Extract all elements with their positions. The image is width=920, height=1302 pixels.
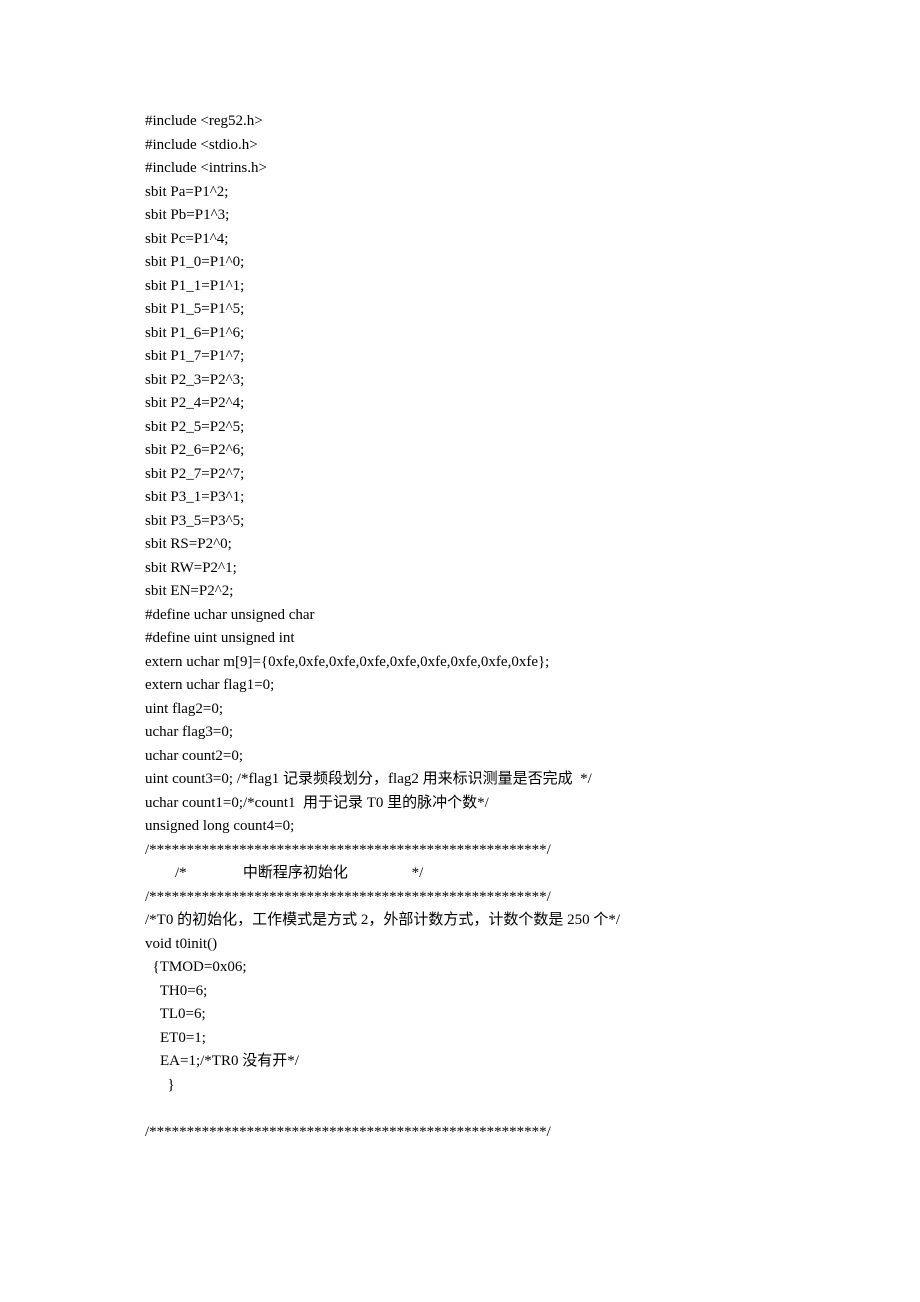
code-line: #include <reg52.h> [145, 110, 920, 134]
code-line: sbit EN=P2^2; [145, 580, 920, 604]
code-line: uint count3=0; /*flag1 记录频段划分，flag2 用来标识… [145, 768, 920, 792]
code-line: sbit P2_7=P2^7; [145, 463, 920, 487]
code-line: sbit P2_6=P2^6; [145, 439, 920, 463]
code-line: TH0=6; [145, 980, 920, 1004]
code-line: extern uchar flag1=0; [145, 674, 920, 698]
code-line: } [145, 1074, 920, 1098]
code-line: extern uchar m[9]={0xfe,0xfe,0xfe,0xfe,0… [145, 651, 920, 675]
code-line: /***************************************… [145, 886, 920, 910]
code-line: #include <stdio.h> [145, 134, 920, 158]
code-line: uint flag2=0; [145, 698, 920, 722]
code-line: sbit P1_6=P1^6; [145, 322, 920, 346]
code-line: sbit RW=P2^1; [145, 557, 920, 581]
code-line: /*T0 的初始化，工作模式是方式 2，外部计数方式，计数个数是 250 个*/ [145, 909, 920, 933]
code-line: /* 中断程序初始化 */ [145, 862, 920, 886]
code-line: sbit P1_5=P1^5; [145, 298, 920, 322]
code-line: #define uint unsigned int [145, 627, 920, 651]
code-line: EA=1;/*TR0 没有开*/ [145, 1050, 920, 1074]
code-line: sbit P2_4=P2^4; [145, 392, 920, 416]
code-line: sbit P2_5=P2^5; [145, 416, 920, 440]
code-line: sbit P1_7=P1^7; [145, 345, 920, 369]
code-line: uchar count2=0; [145, 745, 920, 769]
code-line: /***************************************… [145, 839, 920, 863]
code-line: #include <intrins.h> [145, 157, 920, 181]
document-page: #include <reg52.h>#include <stdio.h>#inc… [0, 0, 920, 1302]
code-line: TL0=6; [145, 1003, 920, 1027]
code-line: sbit P3_1=P3^1; [145, 486, 920, 510]
code-line [145, 1097, 920, 1121]
code-line: unsigned long count4=0; [145, 815, 920, 839]
code-line: sbit P2_3=P2^3; [145, 369, 920, 393]
code-line: sbit Pa=P1^2; [145, 181, 920, 205]
code-line: #define uchar unsigned char [145, 604, 920, 628]
code-line: sbit Pc=P1^4; [145, 228, 920, 252]
code-line: sbit Pb=P1^3; [145, 204, 920, 228]
code-line: void t0init() [145, 933, 920, 957]
code-line: uchar count1=0;/*count1 用于记录 T0 里的脉冲个数*/ [145, 792, 920, 816]
code-line: sbit P3_5=P3^5; [145, 510, 920, 534]
code-line: sbit P1_1=P1^1; [145, 275, 920, 299]
code-line: sbit P1_0=P1^0; [145, 251, 920, 275]
code-line: /***************************************… [145, 1121, 920, 1145]
code-line: sbit RS=P2^0; [145, 533, 920, 557]
code-line: uchar flag3=0; [145, 721, 920, 745]
code-line: ET0=1; [145, 1027, 920, 1051]
code-line: {TMOD=0x06; [145, 956, 920, 980]
